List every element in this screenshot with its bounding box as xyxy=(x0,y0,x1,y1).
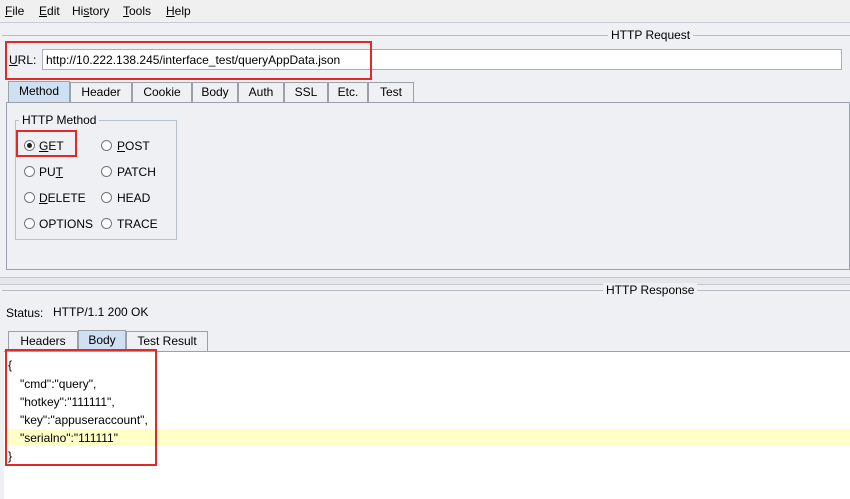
tab-test[interactable]: Test xyxy=(368,82,414,102)
code-line: "hotkey":"111111", xyxy=(20,395,115,409)
tab-headers[interactable]: Headers xyxy=(8,331,78,351)
status-field: HTTP/1.1 200 OK xyxy=(48,302,850,323)
tab-header[interactable]: Header xyxy=(70,82,132,102)
tab-response-body[interactable]: Body xyxy=(78,330,126,352)
radio-trace-label[interactable]: TRACE xyxy=(117,217,158,231)
radio-get-label[interactable]: GET xyxy=(39,139,64,153)
radio-put[interactable] xyxy=(24,166,35,177)
url-label: URL: xyxy=(9,53,37,67)
menu-file[interactable]: File xyxy=(5,4,24,18)
code-line: "key":"appuseraccount", xyxy=(20,413,148,427)
menu-history[interactable]: History xyxy=(72,4,109,18)
tab-auth[interactable]: Auth xyxy=(238,82,284,102)
tab-ssl[interactable]: SSL xyxy=(284,82,328,102)
tab-etc[interactable]: Etc. xyxy=(328,82,368,102)
code-line: "cmd":"query", xyxy=(20,377,97,391)
radio-options-label[interactable]: OPTIONS xyxy=(39,217,93,231)
menu-tools[interactable]: Tools xyxy=(123,4,151,18)
radio-put-label[interactable]: PUT xyxy=(39,165,63,179)
tab-cookie[interactable]: Cookie xyxy=(132,82,192,102)
response-title-line xyxy=(2,290,850,291)
radio-patch-label[interactable]: PATCH xyxy=(117,165,156,179)
code-line: { xyxy=(8,358,13,372)
radio-patch[interactable] xyxy=(101,166,112,177)
url-input[interactable] xyxy=(42,49,842,70)
request-panel-title: HTTP Request xyxy=(608,28,694,42)
radio-head-label[interactable]: HEAD xyxy=(117,191,150,205)
radio-delete[interactable] xyxy=(24,192,35,203)
tab-body[interactable]: Body xyxy=(192,82,238,102)
menu-help[interactable]: Help xyxy=(166,4,191,18)
radio-head[interactable] xyxy=(101,192,112,203)
code-line: } xyxy=(8,449,13,463)
radio-get[interactable] xyxy=(24,140,35,151)
radio-post[interactable] xyxy=(101,140,112,151)
menu-edit[interactable]: Edit xyxy=(39,4,60,18)
http-method-group-title: HTTP Method xyxy=(19,113,100,127)
radio-post-label[interactable]: POST xyxy=(117,139,150,153)
tab-method[interactable]: Method xyxy=(8,81,70,103)
menu-separator xyxy=(0,22,850,23)
status-label: Status: xyxy=(6,306,44,320)
radio-trace[interactable] xyxy=(101,218,112,229)
request-title-line xyxy=(2,35,850,36)
tab-test-result[interactable]: Test Result xyxy=(126,331,208,351)
response-panel-title: HTTP Response xyxy=(603,283,698,297)
radio-options[interactable] xyxy=(24,218,35,229)
code-line: "serialno":"111111" xyxy=(20,431,118,445)
current-line-highlight xyxy=(5,429,850,446)
radio-delete-label[interactable]: DELETE xyxy=(39,191,86,205)
panel-splitter[interactable] xyxy=(0,277,850,285)
